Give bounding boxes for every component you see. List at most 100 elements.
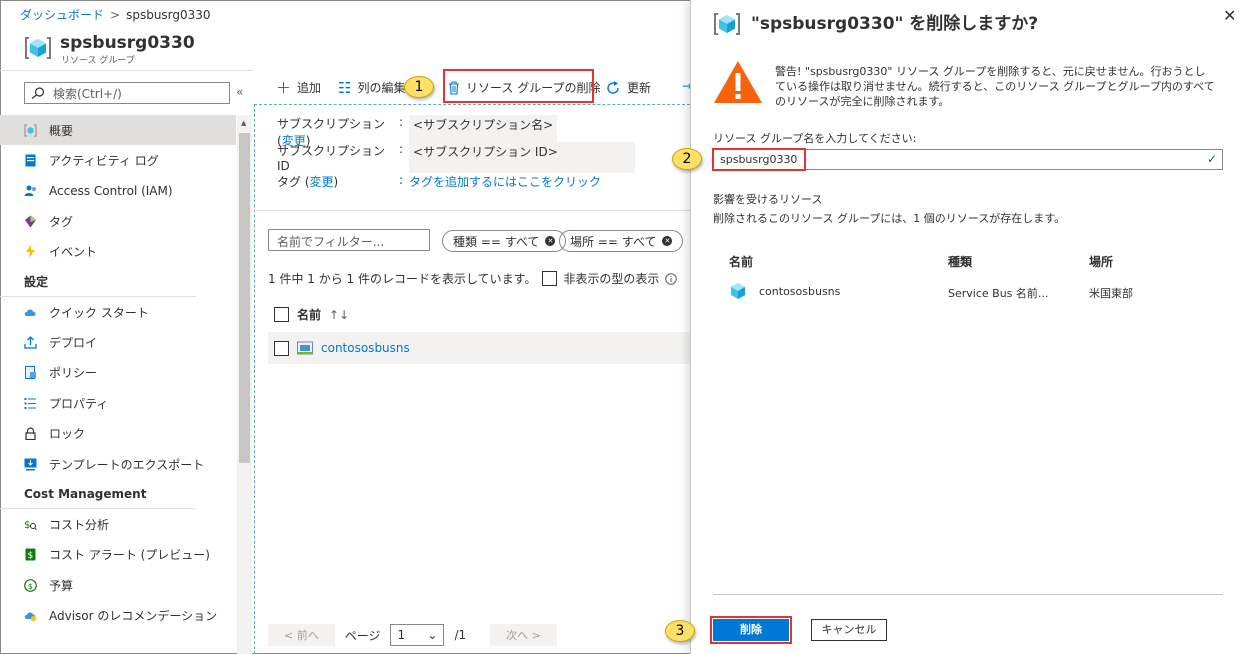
sidebar-scrollbar[interactable]: ▲: [237, 115, 252, 654]
subscription-id-value: <サブスクリプション ID>: [409, 142, 636, 173]
add-tags-link[interactable]: タグを追加するにはここをクリック: [409, 173, 601, 190]
resource-group-icon: [25, 37, 51, 59]
type-column-header: 種類: [948, 255, 973, 269]
sidebar-item-label: アクティビティ ログ: [49, 154, 159, 169]
sidebar-item-deploy[interactable]: デプロイ: [0, 327, 236, 357]
breadcrumb-dashboard-link[interactable]: ダッシュボード: [20, 6, 104, 23]
advisor-icon: [24, 612, 36, 622]
refresh-button[interactable]: 更新: [605, 79, 651, 96]
policy-icon: [25, 366, 36, 380]
scroll-up-icon[interactable]: ▲: [241, 119, 246, 127]
type-filter-pill[interactable]: 種類 == すべて ✕: [442, 230, 567, 252]
collapse-sidebar-icon[interactable]: «: [236, 85, 243, 99]
sidebar-item-label: コスト分析: [49, 517, 110, 532]
sidebar-item-label: ポリシー: [49, 366, 98, 381]
name-filter-input[interactable]: 名前でフィルター...: [268, 229, 430, 251]
tags-label: タグ: [277, 175, 302, 189]
close-icon[interactable]: ✕: [1223, 6, 1236, 25]
search-input[interactable]: 検索(Ctrl+/): [24, 82, 230, 104]
sidebar-item-iam[interactable]: Access Control (IAM): [0, 176, 236, 206]
sidebar-item-export-template[interactable]: テンプレートのエクスポート: [0, 449, 236, 479]
pagination: < 前へ ページ 1 ⌄ /1 次へ >: [268, 624, 557, 646]
page-select[interactable]: 1 ⌄: [390, 624, 445, 646]
confirm-label: リソース グループ名を入力してください:: [713, 132, 917, 145]
refresh-label: 更新: [627, 81, 652, 95]
sidebar-item-properties[interactable]: プロパティ: [0, 388, 236, 418]
svg-text:$: $: [28, 582, 33, 591]
properties-icon: [24, 397, 36, 409]
sidebar-item-tags[interactable]: タグ: [0, 206, 236, 236]
sidebar-item-events[interactable]: イベント: [0, 237, 236, 267]
page-title: spsbusrg0330: [60, 33, 195, 53]
sort-ascending-icon[interactable]: ↑↓: [329, 308, 349, 322]
delete-dialog: "spsbusrg0330" を削除しますか? ✕ 警告! "spsbusrg0…: [690, 0, 1246, 654]
clear-location-filter-icon[interactable]: ✕: [662, 236, 673, 246]
row-checkbox[interactable]: [274, 340, 289, 356]
checkmark-icon: ✓: [1206, 152, 1217, 166]
add-button[interactable]: ＋ 追加: [276, 79, 321, 96]
subscription-id-label: サブスクリプション ID: [277, 144, 386, 173]
show-hidden-types-label: 非表示の型の表示: [563, 272, 660, 286]
table-header: 名前 ↑↓: [274, 306, 349, 323]
sidebar-item-label: Advisor のレコメンデーション: [49, 609, 218, 624]
resource-link[interactable]: contososbusns: [321, 341, 410, 355]
sidebar-item-label: イベント: [49, 245, 98, 260]
refresh-icon: [607, 80, 619, 94]
sidebar-item-label: コスト アラート (プレビュー): [49, 548, 210, 563]
scrollbar-thumb[interactable]: [239, 133, 250, 463]
records-count-text: 1 件中 1 から 1 件のレコードを表示しています。: [268, 272, 537, 286]
clear-type-filter-icon[interactable]: ✕: [545, 236, 556, 246]
sidebar-item-overview[interactable]: 概要: [0, 115, 236, 146]
lightning-icon: [26, 245, 35, 259]
location-filter-pill[interactable]: 場所 == すべて ✕: [559, 230, 684, 252]
highlight-delete-button: [710, 616, 792, 644]
subscription-id-row: サブスクリプション ID : <サブスクリプション ID>: [277, 142, 636, 173]
highlight-confirm-input: [712, 148, 806, 171]
search-icon: [31, 87, 45, 99]
sidebar-item-quickstart[interactable]: クイック スタート: [0, 297, 236, 327]
sidebar-item-label: プロパティ: [49, 396, 109, 411]
dialog-title: "spsbusrg0330" を削除しますか?: [751, 14, 1039, 34]
sidebar-item-label: 予算: [49, 578, 74, 593]
edit-columns-button[interactable]: ☷ 列の編集: [338, 79, 405, 96]
table-row[interactable]: contososbusns: [268, 332, 690, 364]
sidebar-item-advisor[interactable]: Advisor のレコメンデーション: [0, 600, 236, 630]
name-column-header[interactable]: 名前: [297, 306, 321, 323]
cost-analysis-icon: $: [24, 520, 37, 531]
sidebar-item-activity-log[interactable]: アクティビティ ログ: [0, 145, 236, 175]
previous-page-button[interactable]: < 前へ: [268, 624, 335, 646]
svg-text:$: $: [28, 551, 34, 561]
sidebar-item-cost-analysis[interactable]: $ コスト分析: [0, 509, 236, 539]
footer-divider: [713, 594, 1223, 595]
tags-key: タグ (変更): [277, 175, 339, 189]
edit-columns-label: 列の編集: [357, 81, 406, 95]
cost-management-heading: Cost Management: [0, 479, 196, 510]
cancel-button[interactable]: キャンセル: [811, 619, 887, 641]
sidebar-item-cost-alerts[interactable]: $ コスト アラート (プレビュー): [0, 540, 236, 570]
tags-row: タグ (変更) : タグを追加するにはここをクリック: [277, 173, 601, 190]
sidebar-item-label: タグ: [49, 214, 74, 229]
show-hidden-types-checkbox[interactable]: [542, 271, 558, 286]
warning-text: 警告! "spsbusrg0330" リソース グループを削除すると、元に戻せま…: [775, 65, 1215, 108]
page-subtitle: リソース グループ: [61, 56, 135, 66]
colon-separator: :: [399, 142, 404, 156]
callout-step-2: 2: [672, 148, 702, 170]
location-column-header: 場所: [1089, 255, 1114, 269]
sidebar-item-label: デプロイ: [49, 336, 98, 351]
name-column-header: 名前: [729, 255, 754, 269]
iam-icon: [24, 185, 36, 197]
tag-icon: [25, 215, 36, 228]
change-tags-link[interactable]: 変更: [310, 175, 334, 189]
lock-icon: [25, 427, 36, 441]
select-all-checkbox[interactable]: [274, 307, 289, 322]
affected-resource-location: 米国東部: [1089, 287, 1133, 300]
affected-resource-name: contososbusns: [759, 285, 841, 298]
export-icon: [24, 458, 37, 471]
next-page-button[interactable]: 次へ >: [490, 624, 557, 646]
sidebar-item-locks[interactable]: ロック: [0, 419, 236, 449]
info-icon: [665, 272, 678, 285]
sidebar-item-budgets[interactable]: $ 予算: [0, 570, 236, 600]
sidebar-item-policy[interactable]: ポリシー: [0, 358, 236, 388]
columns-icon: ☷: [338, 78, 352, 97]
colon-separator: :: [399, 173, 404, 187]
